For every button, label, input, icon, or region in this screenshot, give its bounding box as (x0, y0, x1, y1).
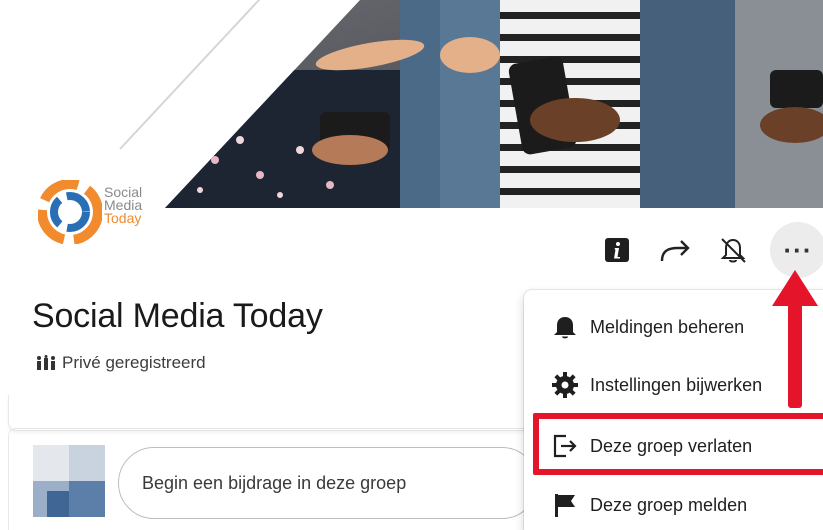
share-button[interactable] (652, 222, 698, 278)
logo-mark-icon (38, 180, 102, 244)
group-privacy: Privé geregistreerd (36, 353, 206, 373)
share-arrow-icon (660, 240, 690, 262)
post-composer-placeholder: Begin een bijdrage in deze groep (142, 472, 407, 493)
menu-item-label: Instellingen bijwerken (590, 374, 763, 395)
group-cover (0, 0, 823, 208)
cover-photo (165, 0, 823, 208)
group-logo: Social Media Today (38, 178, 168, 244)
bell-off-icon (720, 238, 746, 263)
menu-item-report-group[interactable]: Deze groep melden (524, 476, 823, 530)
avatar[interactable] (33, 445, 105, 517)
notifications-button[interactable] (710, 222, 756, 278)
menu-item-label: Deze groep melden (590, 494, 748, 515)
group-title: Social Media Today (32, 297, 323, 335)
more-dots-icon: ··· (783, 234, 813, 265)
logo-line-3: Today (104, 210, 142, 226)
group-privacy-label: Privé geregistreerd (62, 353, 206, 372)
flag-icon (550, 490, 580, 520)
logo-text: Social Media Today (104, 185, 142, 226)
gear-icon (550, 370, 580, 400)
post-composer-input[interactable]: Begin een bijdrage in deze groep (118, 447, 538, 519)
highlight-annotation (533, 413, 823, 475)
header-card-bottom (8, 395, 538, 431)
bell-icon (550, 312, 580, 342)
info-icon (605, 238, 629, 262)
menu-item-label: Meldingen beheren (590, 316, 745, 337)
red-arrow-annotation (772, 270, 818, 408)
info-button[interactable] (594, 222, 640, 278)
avatar-image (33, 445, 105, 517)
members-icon (37, 355, 55, 370)
